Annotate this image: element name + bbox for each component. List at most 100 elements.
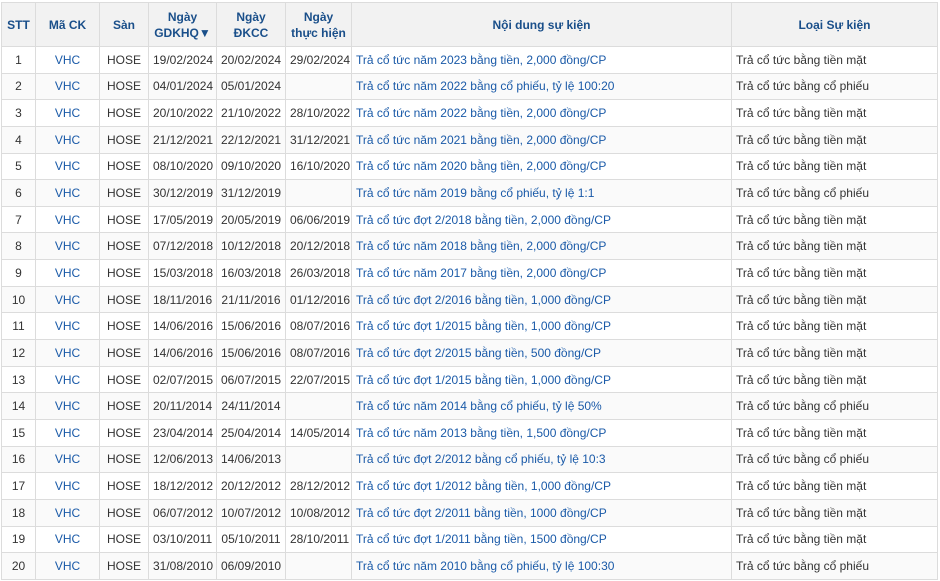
cell-stock-code-link[interactable]: VHC [35,552,100,580]
cell-event-content-link[interactable]: Trả cổ tức đợt 1/2015 bằng tiền, 1,000 đ… [351,312,732,341]
cell-execution-date: 28/10/2022 [285,99,352,127]
cell-execution-date: 01/12/2016 [285,285,352,314]
cell-event-type: Trả cổ tức bằng tiền mặt [731,312,938,341]
cell-stt: 9 [1,259,36,287]
cell-stt: 18 [1,498,36,527]
cell-stock-code-link[interactable]: VHC [35,285,100,314]
cell-event-content-link[interactable]: Trả cổ tức năm 2021 bằng tiền, 2,000 đồn… [351,125,732,154]
cell-stt: 8 [1,232,36,261]
header-ngay-thuc-hien[interactable]: Ngày thực hiện [285,2,352,47]
cell-event-content-link[interactable]: Trả cổ tức năm 2017 bằng tiền, 2,000 đồn… [351,259,732,287]
cell-stock-code-link[interactable]: VHC [35,259,100,287]
cell-event-content-link[interactable]: Trả cổ tức năm 2018 bằng tiền, 2,000 đồn… [351,232,732,261]
cell-event-type: Trả cổ tức bằng tiền mặt [731,339,938,367]
cell-stock-code-link[interactable]: VHC [35,365,100,394]
cell-execution-date: 22/07/2015 [285,365,352,394]
cell-stt: 15 [1,418,36,447]
cell-event-content-link[interactable]: Trả cổ tức năm 2022 bằng cổ phiếu, tỷ lệ… [351,72,732,101]
table-row: 19 VHC HOSE 03/10/2011 05/10/2011 28/10/2011 T… [1,525,938,554]
cell-stock-code-link[interactable]: VHC [35,152,100,181]
cell-ex-date: 07/12/2018 [148,232,217,261]
table-row: 3 VHC HOSE 20/10/2022 21/10/2022 28/10/2022 Tr… [1,99,938,127]
cell-record-date: 05/01/2024 [216,72,286,101]
cell-event-content-link[interactable]: Trả cổ tức năm 2010 bằng cổ phiếu, tỷ lệ… [351,552,732,580]
cell-event-content-link[interactable]: Trả cổ tức đợt 1/2012 bằng tiền, 1,000 đ… [351,472,732,500]
cell-ex-date: 20/10/2022 [148,99,217,127]
cell-stock-code-link[interactable]: VHC [35,339,100,367]
cell-stock-code-link[interactable]: VHC [35,445,100,474]
cell-exchange: HOSE [99,445,149,474]
header-loai-su-kien[interactable]: Loại Sự kiện [731,2,938,47]
cell-record-date: 15/06/2016 [216,312,286,341]
cell-execution-date: 29/02/2024 [285,46,352,74]
cell-event-content-link[interactable]: Trả cổ tức đợt 2/2018 bằng tiền, 2,000 đ… [351,205,732,234]
cell-stock-code-link[interactable]: VHC [35,99,100,127]
table-row: 17 VHC HOSE 18/12/2012 20/12/2012 28/12/2012 T… [1,472,938,500]
cell-stt: 4 [1,125,36,154]
cell-stock-code-link[interactable]: VHC [35,46,100,74]
cell-execution-date: 28/12/2012 [285,472,352,500]
cell-stt: 10 [1,285,36,314]
header-ngay-gdkhq-sort[interactable]: Ngày GDKHQ▼ [148,2,217,47]
table-row: 11 VHC HOSE 14/06/2016 15/06/2016 08/07/2016 T… [1,312,938,341]
cell-event-content-link[interactable]: Trả cổ tức năm 2020 bằng tiền, 2,000 đồn… [351,152,732,181]
table-row: 8 VHC HOSE 07/12/2018 10/12/2018 20/12/2018 Tr… [1,232,938,261]
header-ma-ck[interactable]: Mã CK [35,2,100,47]
cell-stock-code-link[interactable]: VHC [35,205,100,234]
cell-stock-code-link[interactable]: VHC [35,498,100,527]
cell-event-content-link[interactable]: Trả cổ tức năm 2023 bằng tiền, 2,000 đồn… [351,46,732,74]
cell-record-date: 14/06/2013 [216,445,286,474]
cell-execution-date: 26/03/2018 [285,259,352,287]
cell-stock-code-link[interactable]: VHC [35,418,100,447]
cell-execution-date: 28/10/2011 [285,525,352,554]
cell-exchange: HOSE [99,46,149,74]
cell-event-content-link[interactable]: Trả cổ tức đợt 2/2012 bằng cổ phiếu, tỷ … [351,445,732,474]
cell-execution-date [285,392,352,420]
cell-execution-date: 16/10/2020 [285,152,352,181]
cell-stock-code-link[interactable]: VHC [35,72,100,101]
cell-event-content-link[interactable]: Trả cổ tức đợt 2/2015 bằng tiền, 500 đồn… [351,339,732,367]
table-row: 7 VHC HOSE 17/05/2019 20/05/2019 06/06/2019 Tr… [1,205,938,234]
cell-ex-date: 06/07/2012 [148,498,217,527]
cell-exchange: HOSE [99,312,149,341]
table-row: 14 VHC HOSE 20/11/2014 24/11/2014 Trả cổ tức … [1,392,938,420]
cell-event-content-link[interactable]: Trả cổ tức đợt 2/2016 bằng tiền, 1,000 đ… [351,285,732,314]
header-ngay-dkcc[interactable]: Ngày ĐKCC [216,2,286,47]
cell-event-content-link[interactable]: Trả cổ tức đợt 2/2011 bằng tiền, 1000 đồ… [351,498,732,527]
cell-event-content-link[interactable]: Trả cổ tức đợt 1/2011 bằng tiền, 1500 đồ… [351,525,732,554]
cell-event-type: Trả cổ tức bằng tiền mặt [731,232,938,261]
cell-execution-date: 08/07/2016 [285,339,352,367]
cell-ex-date: 21/12/2021 [148,125,217,154]
cell-exchange: HOSE [99,418,149,447]
cell-event-content-link[interactable]: Trả cổ tức năm 2019 bằng cổ phiếu, tỷ lệ… [351,179,732,207]
cell-event-content-link[interactable]: Trả cổ tức năm 2022 bằng tiền, 2,000 đồn… [351,99,732,127]
cell-event-content-link[interactable]: Trả cổ tức năm 2014 bằng cổ phiếu, tỷ lệ… [351,392,732,420]
cell-event-content-link[interactable]: Trả cổ tức năm 2013 bằng tiền, 1,500 đồn… [351,418,732,447]
cell-stock-code-link[interactable]: VHC [35,525,100,554]
cell-execution-date [285,72,352,101]
header-noi-dung-su-kien[interactable]: Nội dung sự kiện [351,2,732,47]
table-row: 6 VHC HOSE 30/12/2019 31/12/2019 Trả cổ tức n… [1,179,938,207]
cell-record-date: 06/09/2010 [216,552,286,580]
cell-exchange: HOSE [99,72,149,101]
cell-stt: 11 [1,312,36,341]
table-row: 12 VHC HOSE 14/06/2016 15/06/2016 08/07/2016 T… [1,339,938,367]
cell-exchange: HOSE [99,125,149,154]
cell-ex-date: 31/08/2010 [148,552,217,580]
cell-exchange: HOSE [99,498,149,527]
cell-stt: 12 [1,339,36,367]
table-row: 15 VHC HOSE 23/04/2014 25/04/2014 14/05/2014 T… [1,418,938,447]
table-row: 10 VHC HOSE 18/11/2016 21/11/2016 01/12/2016 T… [1,285,938,314]
cell-stock-code-link[interactable]: VHC [35,312,100,341]
cell-event-content-link[interactable]: Trả cổ tức đợt 1/2015 bằng tiền, 1,000 đ… [351,365,732,394]
cell-stock-code-link[interactable]: VHC [35,392,100,420]
cell-record-date: 21/11/2016 [216,285,286,314]
cell-stock-code-link[interactable]: VHC [35,125,100,154]
cell-stock-code-link[interactable]: VHC [35,472,100,500]
cell-execution-date [285,552,352,580]
cell-stock-code-link[interactable]: VHC [35,232,100,261]
cell-event-type: Trả cổ tức bằng cổ phiếu [731,392,938,420]
cell-event-type: Trả cổ tức bằng cổ phiếu [731,445,938,474]
header-san[interactable]: Sàn [99,2,149,47]
cell-stock-code-link[interactable]: VHC [35,179,100,207]
